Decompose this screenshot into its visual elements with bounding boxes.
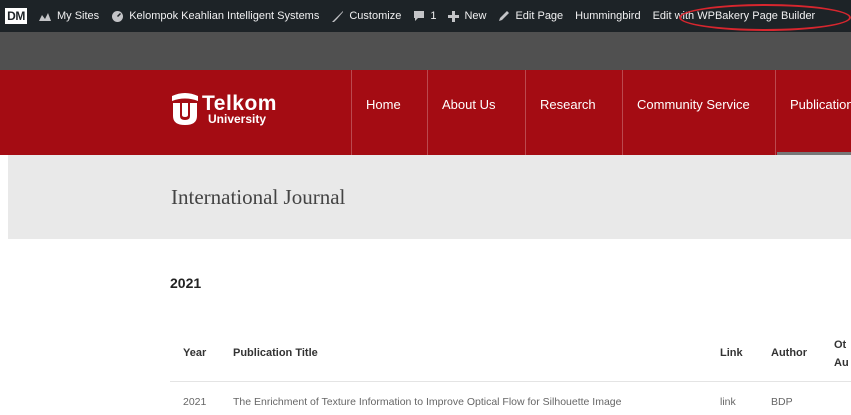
col-header-year: Year [183, 347, 207, 359]
dashboard-icon [111, 10, 124, 23]
header-divider [170, 381, 851, 382]
col-header-author: Author [771, 347, 808, 359]
logo-line1: Telkom [202, 92, 277, 115]
col-header-other-2: Au [834, 357, 849, 369]
my-sites-label: My Sites [57, 10, 100, 22]
my-sites-menu[interactable]: My Sites [32, 0, 105, 32]
page-title: International Journal [171, 185, 346, 209]
site-name-menu[interactable]: Kelompok Keahlian Intelligent Systems [105, 0, 325, 32]
site-header: Telkom University Home About Us Research… [0, 70, 851, 155]
cell-year: 2021 [183, 396, 207, 408]
edit-page-label: Edit Page [515, 10, 564, 22]
hummingbird-label: Hummingbird [575, 10, 641, 22]
comments-count: 1 [430, 10, 437, 22]
comment-icon [413, 10, 425, 22]
admin-bar: DM My Sites Kelompok Keahlian Intelligen… [0, 0, 851, 32]
wpbakery-label: Edit with WPBakery Page Builder [652, 10, 816, 22]
hummingbird-link[interactable]: Hummingbird [569, 0, 646, 32]
telkom-logo-icon [172, 93, 198, 125]
site-logo-icon[interactable]: DM [0, 0, 32, 32]
sites-icon [38, 10, 52, 22]
customize-link[interactable]: Customize [325, 0, 407, 32]
col-header-title: Publication Title [233, 347, 318, 359]
site-name-label: Kelompok Keahlian Intelligent Systems [129, 10, 320, 22]
new-label: New [464, 10, 487, 22]
brush-icon [331, 10, 344, 23]
nav-research[interactable]: Research [525, 70, 596, 155]
top-strip [0, 32, 851, 70]
new-content-menu[interactable]: New [442, 0, 492, 32]
customize-label: Customize [349, 10, 402, 22]
logo-wordmark: Telkom University [202, 93, 277, 125]
year-heading: 2021 [170, 275, 202, 291]
nav-publication[interactable]: Publication [775, 70, 851, 155]
logo-text: DM [5, 8, 27, 24]
pencil-icon [498, 10, 510, 22]
comments-link[interactable]: 1 [407, 0, 442, 32]
edit-with-wpbakery-link[interactable]: Edit with WPBakery Page Builder [647, 0, 822, 32]
edit-page-link[interactable]: Edit Page [492, 0, 569, 32]
cell-author: BDP [771, 396, 793, 408]
page-title-band: International Journal [8, 155, 851, 239]
nav-about-us[interactable]: About Us [427, 70, 495, 155]
cell-title: The Enrichment of Texture Information to… [233, 396, 622, 408]
telkom-university-logo[interactable]: Telkom University [170, 92, 277, 126]
col-header-link: Link [720, 347, 743, 359]
cell-link[interactable]: link [720, 396, 736, 408]
nav-community-service[interactable]: Community Service [622, 70, 750, 155]
nav-home[interactable]: Home [351, 70, 401, 155]
col-header-other-1: Ot [834, 339, 847, 351]
plus-icon [448, 10, 460, 22]
